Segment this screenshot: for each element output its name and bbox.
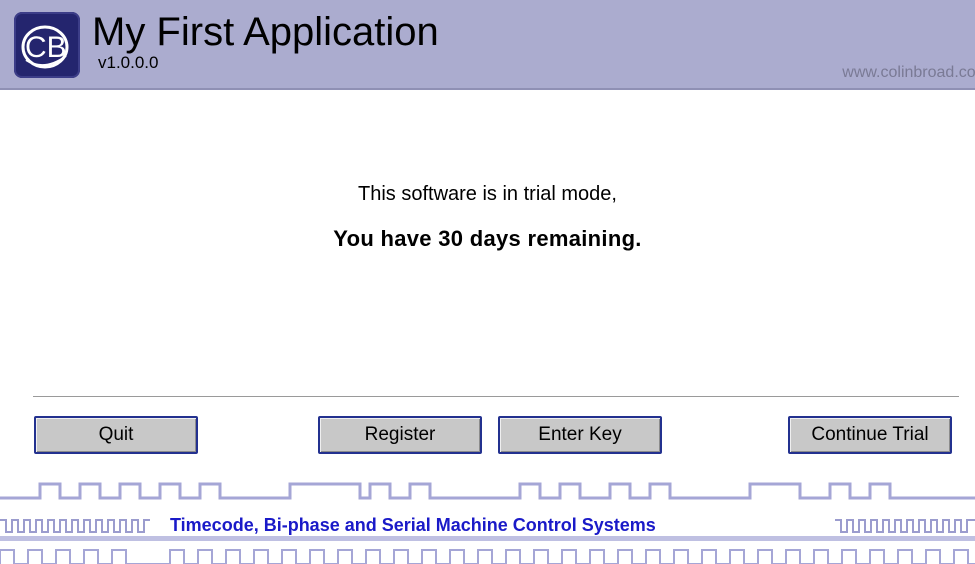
footer-banner: Timecode, Bi-phase and Serial Machine Co…	[0, 470, 975, 564]
header-bar: CB My First Application v1.0.0.0 www.col…	[0, 0, 975, 90]
enter-key-button[interactable]: Enter Key	[498, 416, 662, 454]
logo-text: CB	[25, 31, 67, 64]
divider	[33, 396, 959, 398]
company-tagline: Timecode, Bi-phase and Serial Machine Co…	[168, 515, 658, 536]
register-button[interactable]: Register	[318, 416, 482, 454]
cb-logo-icon: CB	[21, 25, 69, 69]
version-label: v1.0.0.0	[98, 53, 159, 72]
continue-trial-button[interactable]: Continue Trial	[788, 416, 952, 454]
app-title: My First Application	[92, 10, 439, 54]
website-link[interactable]: www.colinbroad.com	[842, 64, 975, 82]
quit-button[interactable]: Quit	[34, 416, 198, 454]
cb-logo: CB	[14, 12, 80, 78]
trial-mode-message: This software is in trial mode,	[358, 183, 617, 205]
days-remaining-message: You have 30 days remaining.	[333, 226, 642, 251]
